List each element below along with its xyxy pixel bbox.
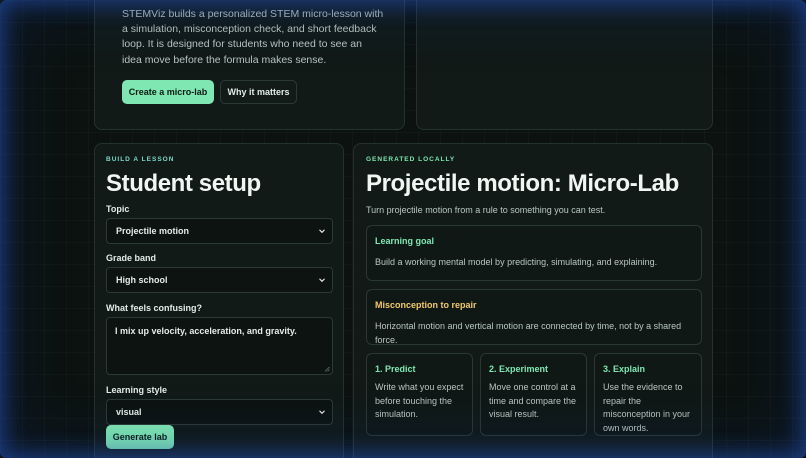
chevron-down-icon xyxy=(319,410,325,415)
grade-band-select-value: High school xyxy=(116,275,168,285)
confusing-label: What feels confusing? xyxy=(106,303,203,313)
topic-select-value: Projectile motion xyxy=(116,226,190,236)
student-setup-panel: BUILD A LESSON Student setup Topic Proje… xyxy=(94,143,344,458)
why-it-matters-button[interactable]: Why it matters xyxy=(220,80,297,104)
resize-grip-icon[interactable] xyxy=(324,366,330,372)
generate-lab-button[interactable]: Generate lab xyxy=(106,425,174,449)
topic-select[interactable]: Projectile motion xyxy=(106,218,333,244)
learning-goal-card: Learning goal Build a working mental mod… xyxy=(366,225,702,281)
learning-goal-title: Learning goal xyxy=(375,236,435,246)
step-title: 3. Explain xyxy=(603,364,646,374)
lab-subtitle: Turn projectile motion from a rule to so… xyxy=(366,205,606,215)
hero-description: STEMViz builds a personalized STEM micro… xyxy=(122,8,384,66)
misconception-card: Misconception to repair Horizontal motio… xyxy=(366,289,702,345)
step-title: 1. Predict xyxy=(375,364,416,374)
app-viewport: STEMViz builds a personalized STEM micro… xyxy=(0,0,806,458)
step-body: Use the evidence to repair the misconcep… xyxy=(603,382,691,433)
learning-style-select-value: visual xyxy=(116,407,142,417)
chevron-down-icon xyxy=(319,278,325,283)
hero-visual-panel xyxy=(416,0,713,130)
setup-title: Student setup xyxy=(106,170,261,197)
grade-band-label: Grade band xyxy=(106,253,157,263)
micro-lab-panel: GENERATED LOCALLY Projectile motion: Mic… xyxy=(353,143,713,458)
learning-style-label: Learning style xyxy=(106,385,168,395)
create-micro-lab-button[interactable]: Create a micro-lab xyxy=(122,80,214,104)
misconception-title: Misconception to repair xyxy=(375,300,477,310)
step-title: 2. Experiment xyxy=(489,364,549,374)
step-card-explain: 3. Explain Use the evidence to repair th… xyxy=(594,353,702,436)
chevron-down-icon xyxy=(319,229,325,234)
confusing-textarea-value: I mix up velocity, acceleration, and gra… xyxy=(115,326,297,336)
confusing-textarea[interactable]: I mix up velocity, acceleration, and gra… xyxy=(106,317,333,375)
learning-style-select[interactable]: visual xyxy=(106,399,333,425)
lab-eyebrow: GENERATED LOCALLY xyxy=(366,156,456,163)
setup-eyebrow: BUILD A LESSON xyxy=(106,156,175,163)
topic-label: Topic xyxy=(106,204,130,214)
lab-title: Projectile motion: Micro-Lab xyxy=(366,170,679,197)
hero-intro-panel: STEMViz builds a personalized STEM micro… xyxy=(94,0,405,130)
step-card-predict: 1. Predict Write what you expect before … xyxy=(366,353,473,436)
step-body: Write what you expect before touching th… xyxy=(375,382,464,420)
step-card-experiment: 2. Experiment Move one control at a time… xyxy=(480,353,587,436)
learning-goal-body: Build a working mental model by predicti… xyxy=(375,257,658,267)
step-body: Move one control at a time and compare t… xyxy=(489,382,577,420)
misconception-body: Horizontal motion and vertical motion ar… xyxy=(375,321,682,345)
grade-band-select[interactable]: High school xyxy=(106,267,333,293)
